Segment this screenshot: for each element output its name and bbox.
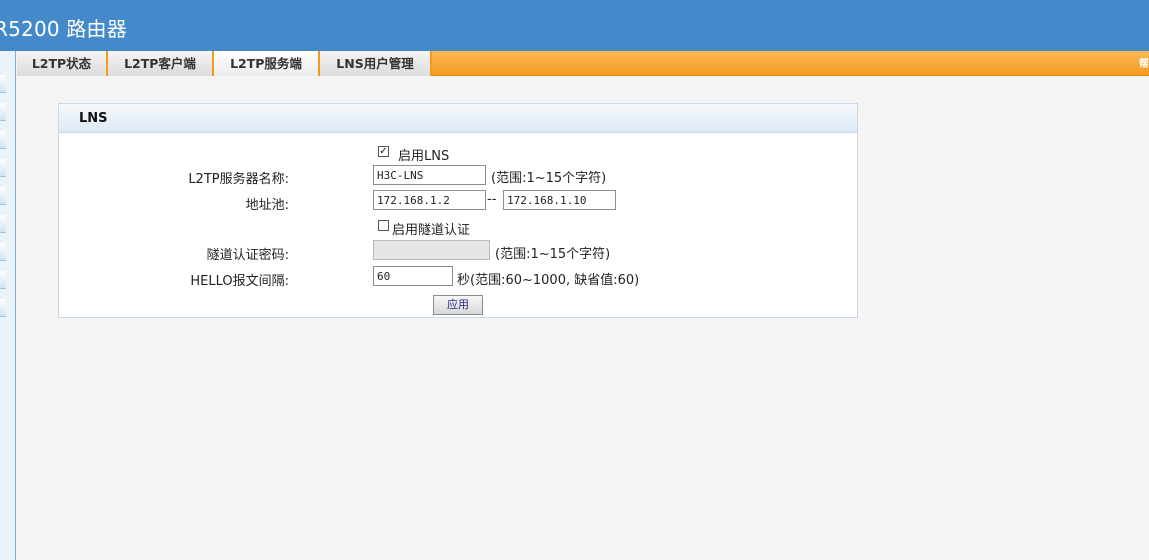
address-pool-start-input[interactable] — [373, 190, 486, 210]
sidebar[interactable] — [0, 51, 16, 560]
tab-l2tp-client[interactable]: L2TP客户端 — [108, 51, 214, 76]
sidebar-item[interactable] — [0, 131, 6, 149]
tab-lns-user-management[interactable]: LNS用户管理 — [320, 51, 432, 76]
top-banner: R5200 路由器 — [0, 0, 1149, 51]
hello-interval-label: HELLO报文间隔: — [190, 274, 289, 289]
sidebar-item[interactable] — [0, 187, 6, 205]
enable-lns-checkbox[interactable]: ✓ — [378, 146, 389, 157]
tab-l2tp-status[interactable]: L2TP状态 — [17, 51, 108, 76]
tab-l2tp-server[interactable]: L2TP服务端 — [214, 51, 320, 76]
server-name-input[interactable] — [373, 165, 486, 185]
tunnel-password-label: 隧道认证密码: — [206, 248, 289, 263]
server-name-hint: (范围:1~15个字符) — [491, 171, 607, 186]
tab-bar: L2TP状态 L2TP客户端 L2TP服务端 LNS用户管理 帮 — [17, 51, 1149, 76]
app-title: R5200 路由器 — [0, 17, 127, 41]
tunnel-auth-label: 启用隧道认证 — [392, 223, 471, 238]
tunnel-password-hint: (范围:1~15个字符) — [495, 247, 611, 262]
sidebar-item[interactable] — [0, 243, 6, 261]
sidebar-item[interactable] — [0, 215, 6, 233]
lns-panel: LNS ✓ 启用LNS L2TP服务器名称: (范围:1~15个字符) 地址池:… — [58, 103, 858, 318]
sidebar-item[interactable] — [0, 103, 6, 121]
sidebar-item[interactable] — [0, 159, 6, 177]
tunnel-auth-checkbox[interactable] — [378, 220, 389, 231]
address-pool-label: 地址池: — [245, 198, 289, 213]
enable-lns-label: 启用LNS — [398, 149, 450, 164]
apply-button[interactable]: 应用 — [433, 295, 483, 315]
hello-interval-hint: 秒(范围:60~1000, 缺省值:60) — [457, 273, 640, 288]
panel-title: LNS — [59, 104, 857, 133]
address-pool-separator: -- — [487, 192, 497, 207]
hello-interval-input[interactable] — [373, 266, 453, 286]
sidebar-item[interactable] — [0, 299, 6, 317]
sidebar-item[interactable] — [0, 75, 6, 93]
help-link[interactable]: 帮 — [1139, 55, 1149, 70]
address-pool-end-input[interactable] — [503, 190, 616, 210]
server-name-label: L2TP服务器名称: — [188, 172, 289, 187]
tunnel-password-input[interactable] — [373, 240, 490, 260]
sidebar-item[interactable] — [0, 271, 6, 289]
